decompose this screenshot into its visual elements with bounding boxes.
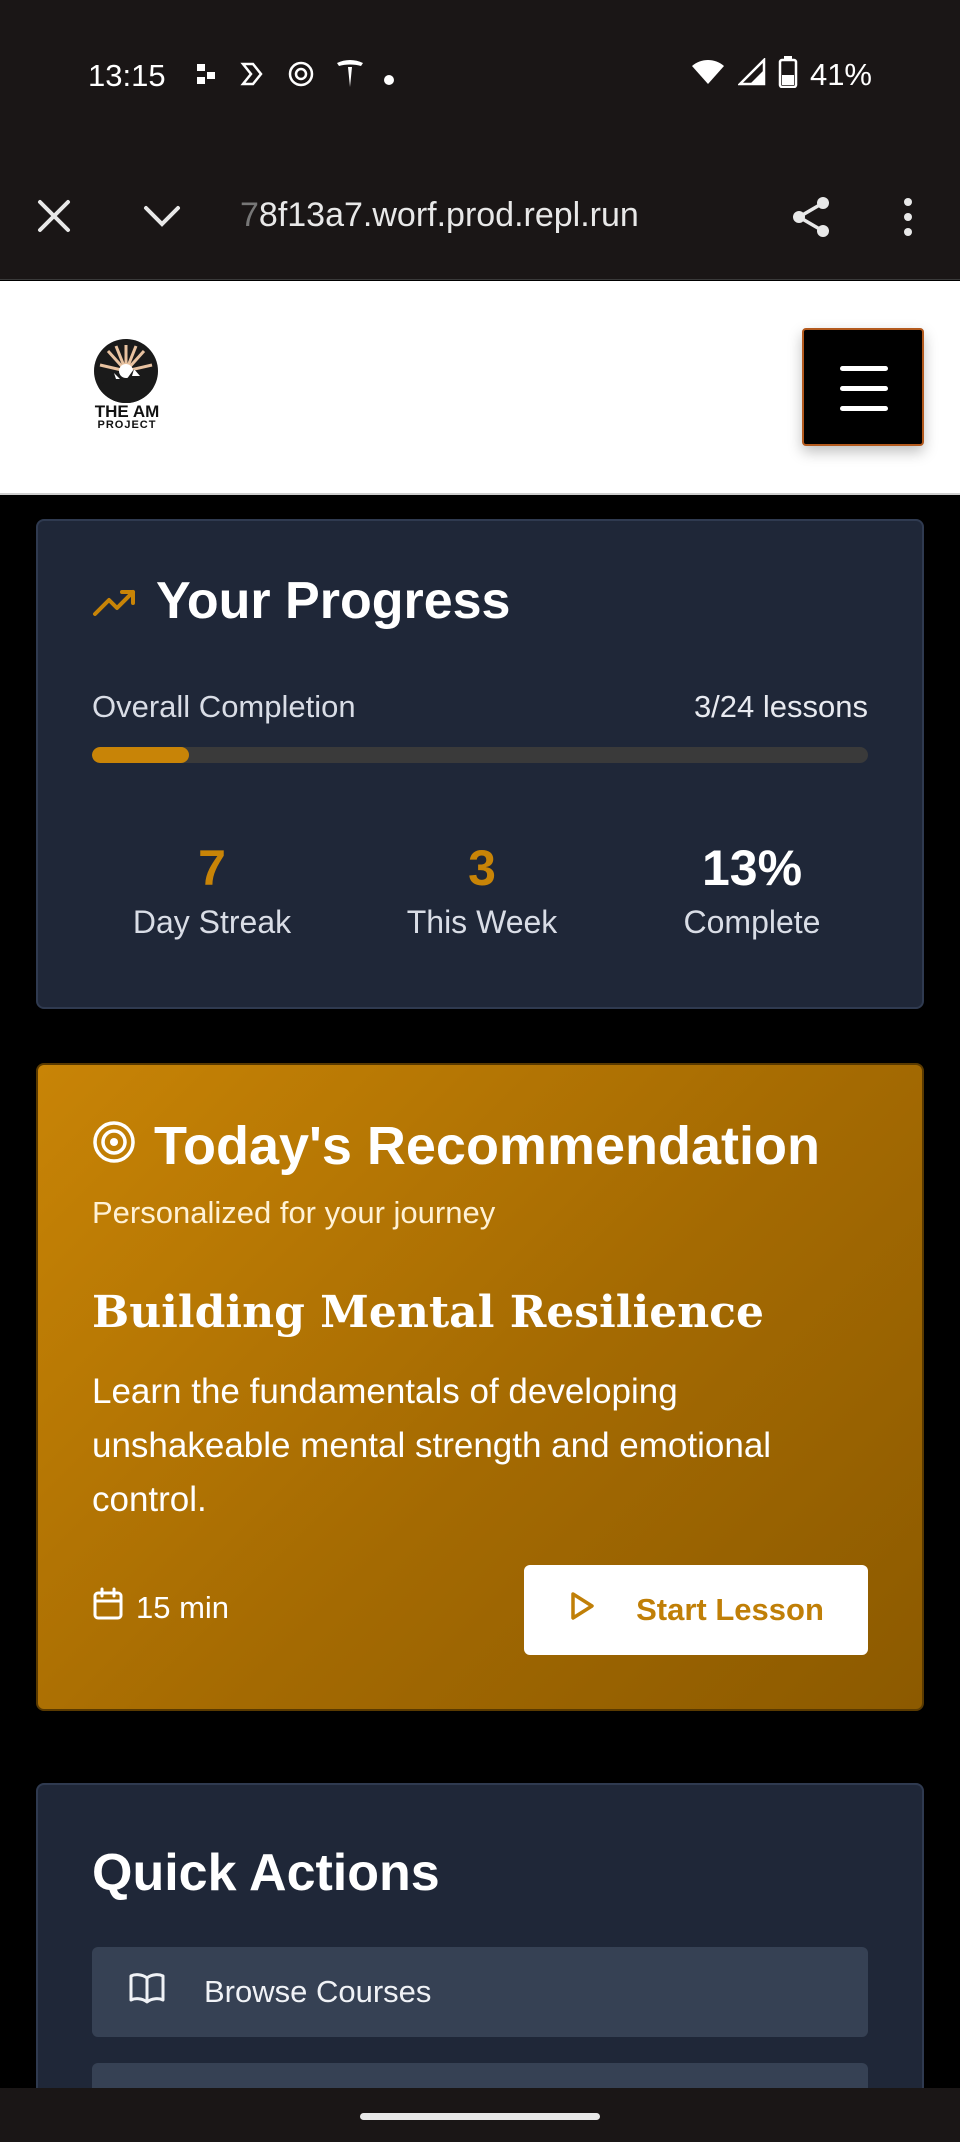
url-text[interactable]: 78f13a7.worf.prod.repl.run bbox=[240, 196, 639, 235]
stat-complete: 13% Complete bbox=[632, 841, 872, 941]
stat-this-week: 3 This Week bbox=[362, 841, 602, 941]
site-logo[interactable]: THE AM PROJECT bbox=[90, 339, 164, 439]
recommendation-title-text: Today's Recommendation bbox=[154, 1116, 820, 1176]
system-nav-bar bbox=[0, 2088, 960, 2142]
stat-label: Day Streak bbox=[132, 904, 292, 940]
progress-title-text: Your Progress bbox=[156, 572, 511, 630]
logo-line2: PROJECT bbox=[97, 419, 157, 431]
wifi-icon bbox=[690, 58, 726, 91]
more-options-icon[interactable] bbox=[888, 194, 928, 240]
chevron-down-icon[interactable] bbox=[140, 196, 184, 236]
completion-label: Overall Completion bbox=[92, 689, 356, 724]
copilot-icon bbox=[237, 60, 267, 93]
menu-bar bbox=[840, 406, 888, 411]
signal-icon bbox=[736, 56, 766, 91]
lesson-description: Learn the fundamentals of developing uns… bbox=[92, 1372, 772, 1519]
calendar-icon bbox=[92, 1587, 124, 1629]
progress-bar-fill bbox=[92, 747, 189, 763]
play-icon bbox=[568, 1590, 596, 1630]
start-lesson-label: Start Lesson bbox=[636, 1592, 824, 1627]
browse-courses-button[interactable]: Browse Courses bbox=[92, 1947, 868, 2037]
url-main: 8f13a7.worf.prod.repl.run bbox=[258, 196, 639, 234]
logo-line1: THE AM bbox=[94, 402, 160, 421]
share-icon[interactable] bbox=[788, 194, 834, 240]
menu-button[interactable] bbox=[802, 328, 924, 446]
logo-sun-mountain-icon bbox=[94, 339, 158, 403]
tesla-icon bbox=[335, 58, 365, 95]
stat-day-streak: 7 Day Streak bbox=[92, 841, 332, 941]
home-gesture-handle[interactable] bbox=[360, 2113, 600, 2120]
completion-value: 3/24 lessons bbox=[693, 689, 868, 724]
dot-icon bbox=[383, 63, 395, 91]
url-faded-prefix: 7 bbox=[240, 196, 259, 234]
start-lesson-button[interactable]: Start Lesson bbox=[524, 1565, 868, 1655]
openai-icon bbox=[285, 58, 317, 95]
browse-courses-label: Browse Courses bbox=[204, 1974, 432, 2009]
stat-value: 7 bbox=[198, 840, 226, 896]
menu-bar bbox=[840, 386, 888, 391]
stat-value: 3 bbox=[468, 840, 496, 896]
site-header: THE AM PROJECT bbox=[0, 281, 960, 495]
target-icon bbox=[92, 1115, 136, 1177]
status-bar: 13:15 41% bbox=[0, 0, 960, 152]
lesson-title: Building Mental Resilience bbox=[92, 1287, 764, 1338]
notification-icons bbox=[195, 58, 395, 95]
stat-value: 13% bbox=[701, 840, 803, 896]
recommendation-card: Today's Recommendation Personalized for … bbox=[36, 1063, 924, 1711]
progress-title: Your Progress bbox=[92, 571, 510, 631]
quick-actions-title: Quick Actions bbox=[92, 1844, 440, 1902]
tasks-icon bbox=[195, 61, 219, 92]
lesson-duration: 15 min bbox=[92, 1587, 229, 1629]
battery-icon bbox=[778, 56, 798, 93]
trending-up-icon bbox=[92, 571, 138, 631]
duration-text: 15 min bbox=[136, 1590, 230, 1625]
stat-label: Complete bbox=[683, 904, 821, 940]
progress-card: Your Progress Overall Completion 3/24 le… bbox=[36, 519, 924, 1009]
recommendation-title: Today's Recommendation bbox=[92, 1115, 820, 1177]
progress-bar bbox=[92, 747, 868, 763]
battery-percent: 41% bbox=[809, 56, 872, 92]
status-right: 41% bbox=[690, 56, 872, 93]
menu-bar bbox=[840, 366, 888, 371]
logo-text: THE AM PROJECT bbox=[90, 403, 164, 431]
browser-toolbar: 78f13a7.worf.prod.repl.run bbox=[0, 152, 960, 280]
stat-label: This Week bbox=[406, 904, 558, 940]
recommendation-subtitle: Personalized for your journey bbox=[92, 1195, 496, 1230]
close-icon[interactable] bbox=[34, 196, 74, 236]
status-time: 13:15 bbox=[88, 58, 166, 93]
book-icon bbox=[128, 1972, 166, 2012]
